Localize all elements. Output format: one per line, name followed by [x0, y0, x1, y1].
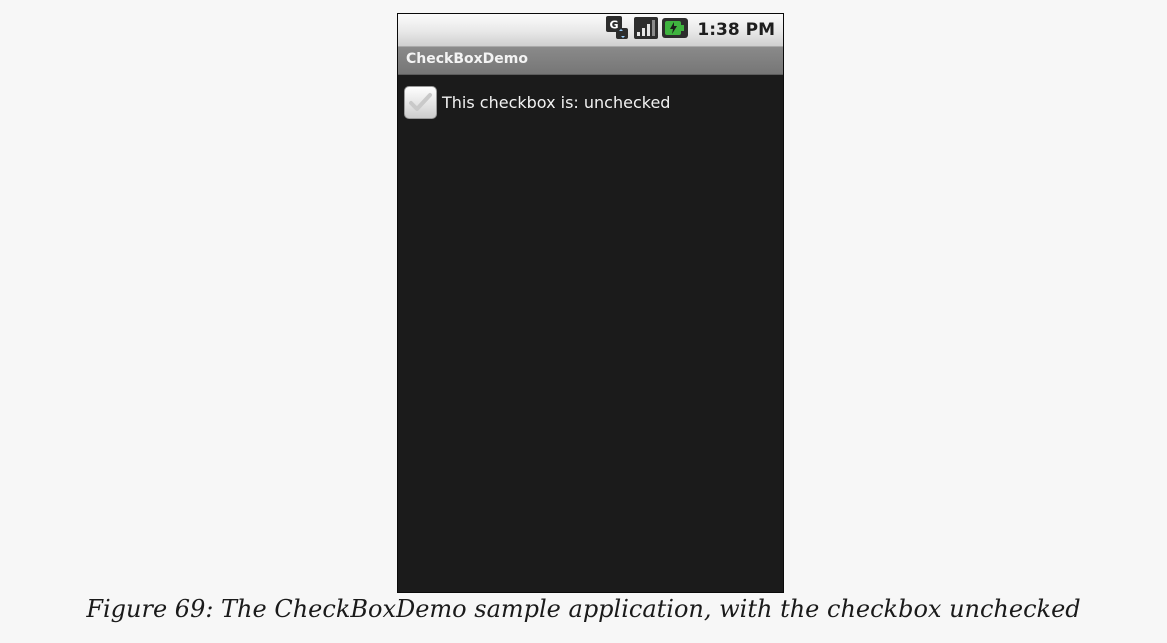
status-clock: 1:38 PM: [697, 20, 775, 40]
status-icons: G 1:38 PM: [606, 16, 775, 44]
app-title-bar: CheckBoxDemo: [398, 47, 783, 75]
network-type-icon: G: [606, 16, 630, 44]
checkmark-icon: [409, 92, 432, 111]
battery-charging-icon: [662, 16, 689, 44]
figure-caption: Figure 69: The CheckBoxDemo sample appli…: [86, 595, 1081, 623]
emulator-screen: G 1:38 PM CheckBoxDemo This checkbox is:…: [397, 13, 784, 593]
status-bar: G 1:38 PM: [398, 14, 783, 47]
signal-strength-icon: [634, 16, 659, 44]
checkbox[interactable]: [404, 85, 437, 119]
checkbox-row[interactable]: This checkbox is: unchecked: [404, 84, 670, 120]
checkbox-label: This checkbox is: unchecked: [442, 92, 671, 112]
app-title: CheckBoxDemo: [406, 51, 528, 67]
